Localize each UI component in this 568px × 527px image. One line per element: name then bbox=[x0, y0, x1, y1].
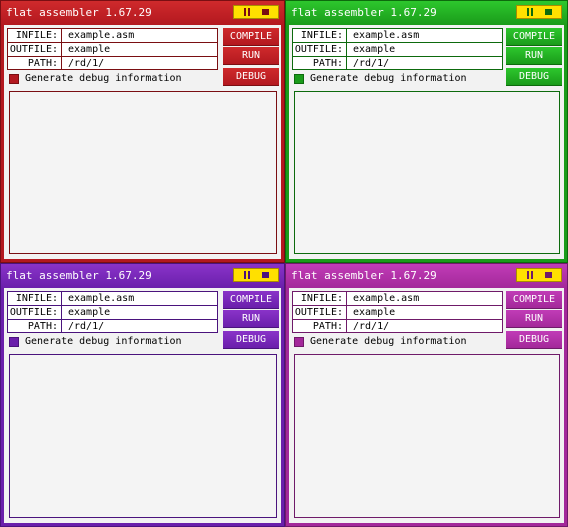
outfile-input[interactable]: example bbox=[68, 306, 110, 319]
close-icon[interactable] bbox=[262, 9, 269, 15]
debug-checkbox-label: Generate debug information bbox=[310, 336, 467, 347]
output-area[interactable] bbox=[9, 91, 277, 254]
title-bar[interactable]: flat assembler 1.67.29 bbox=[286, 1, 567, 25]
outfile-label: OUTFILE: bbox=[8, 43, 62, 56]
compile-button[interactable]: COMPILE bbox=[223, 291, 279, 309]
minimize-icon[interactable] bbox=[244, 8, 250, 16]
infile-row: INFILE: example.asm bbox=[8, 292, 217, 306]
output-area[interactable] bbox=[294, 91, 560, 254]
window-controls bbox=[233, 5, 279, 19]
theme-variants-grid: flat assembler 1.67.29 INFILE: example.a… bbox=[0, 0, 568, 527]
path-label: PATH: bbox=[293, 57, 347, 70]
debug-checkbox[interactable] bbox=[294, 74, 304, 84]
debug-button[interactable]: DEBUG bbox=[223, 331, 279, 349]
outfile-label: OUTFILE: bbox=[8, 306, 62, 319]
debug-checkbox-label: Generate debug information bbox=[25, 73, 182, 84]
debug-button[interactable]: DEBUG bbox=[506, 331, 562, 349]
outfile-row: OUTFILE: example bbox=[293, 43, 502, 57]
path-input[interactable]: /rd/1/ bbox=[353, 320, 389, 333]
client-area: INFILE: example.asm OUTFILE: example PAT… bbox=[289, 288, 564, 523]
infile-label: INFILE: bbox=[8, 29, 62, 42]
client-area: INFILE: example.asm OUTFILE: example PAT… bbox=[4, 288, 281, 523]
path-label: PATH: bbox=[8, 57, 62, 70]
path-label: PATH: bbox=[8, 320, 62, 333]
file-fields: INFILE: example.asm OUTFILE: example PAT… bbox=[7, 291, 218, 333]
client-area: INFILE: example.asm OUTFILE: example PAT… bbox=[4, 25, 281, 259]
debug-button[interactable]: DEBUG bbox=[223, 68, 279, 86]
outfile-input[interactable]: example bbox=[353, 43, 395, 56]
compile-button[interactable]: COMPILE bbox=[223, 28, 279, 46]
infile-input[interactable]: example.asm bbox=[353, 292, 419, 305]
run-button[interactable]: RUN bbox=[506, 47, 562, 65]
path-input[interactable]: /rd/1/ bbox=[353, 57, 389, 70]
outfile-row: OUTFILE: example bbox=[8, 43, 217, 57]
file-fields: INFILE: example.asm OUTFILE: example PAT… bbox=[292, 28, 503, 70]
path-row: PATH: /rd/1/ bbox=[293, 57, 502, 70]
debug-checkbox[interactable] bbox=[9, 74, 19, 84]
fasm-window-green: flat assembler 1.67.29 INFILE: example.a… bbox=[285, 0, 568, 263]
close-icon[interactable] bbox=[545, 272, 552, 278]
path-input[interactable]: /rd/1/ bbox=[68, 57, 104, 70]
infile-row: INFILE: example.asm bbox=[293, 29, 502, 43]
minimize-icon[interactable] bbox=[244, 271, 250, 279]
minimize-icon[interactable] bbox=[527, 8, 533, 16]
window-controls bbox=[516, 268, 562, 282]
file-fields: INFILE: example.asm OUTFILE: example PAT… bbox=[292, 291, 503, 333]
run-button[interactable]: RUN bbox=[506, 310, 562, 328]
outfile-input[interactable]: example bbox=[68, 43, 110, 56]
infile-label: INFILE: bbox=[293, 292, 347, 305]
run-button[interactable]: RUN bbox=[223, 47, 279, 65]
infile-input[interactable]: example.asm bbox=[68, 292, 134, 305]
path-row: PATH: /rd/1/ bbox=[8, 57, 217, 70]
outfile-input[interactable]: example bbox=[353, 306, 395, 319]
window-title: flat assembler 1.67.29 bbox=[291, 269, 437, 282]
outfile-label: OUTFILE: bbox=[293, 306, 347, 319]
minimize-icon[interactable] bbox=[527, 271, 533, 279]
file-fields: INFILE: example.asm OUTFILE: example PAT… bbox=[7, 28, 218, 70]
outfile-label: OUTFILE: bbox=[293, 43, 347, 56]
fasm-window-red: flat assembler 1.67.29 INFILE: example.a… bbox=[0, 0, 285, 263]
output-area[interactable] bbox=[294, 354, 560, 518]
path-label: PATH: bbox=[293, 320, 347, 333]
infile-input[interactable]: example.asm bbox=[353, 29, 419, 42]
output-area[interactable] bbox=[9, 354, 277, 518]
window-title: flat assembler 1.67.29 bbox=[291, 6, 437, 19]
window-controls bbox=[233, 268, 279, 282]
path-row: PATH: /rd/1/ bbox=[293, 320, 502, 333]
debug-checkbox-label: Generate debug information bbox=[25, 336, 182, 347]
fasm-window-magenta: flat assembler 1.67.29 INFILE: example.a… bbox=[285, 263, 568, 527]
path-row: PATH: /rd/1/ bbox=[8, 320, 217, 333]
window-controls bbox=[516, 5, 562, 19]
path-input[interactable]: /rd/1/ bbox=[68, 320, 104, 333]
title-bar[interactable]: flat assembler 1.67.29 bbox=[1, 264, 284, 288]
client-area: INFILE: example.asm OUTFILE: example PAT… bbox=[289, 25, 564, 259]
close-icon[interactable] bbox=[262, 272, 269, 278]
fasm-window-purple: flat assembler 1.67.29 INFILE: example.a… bbox=[0, 263, 285, 527]
debug-button[interactable]: DEBUG bbox=[506, 68, 562, 86]
compile-button[interactable]: COMPILE bbox=[506, 28, 562, 46]
window-title: flat assembler 1.67.29 bbox=[6, 6, 152, 19]
infile-input[interactable]: example.asm bbox=[68, 29, 134, 42]
infile-label: INFILE: bbox=[8, 292, 62, 305]
close-icon[interactable] bbox=[545, 9, 552, 15]
outfile-row: OUTFILE: example bbox=[293, 306, 502, 320]
title-bar[interactable]: flat assembler 1.67.29 bbox=[286, 264, 567, 288]
infile-label: INFILE: bbox=[293, 29, 347, 42]
debug-checkbox[interactable] bbox=[294, 337, 304, 347]
compile-button[interactable]: COMPILE bbox=[506, 291, 562, 309]
infile-row: INFILE: example.asm bbox=[293, 292, 502, 306]
window-title: flat assembler 1.67.29 bbox=[6, 269, 152, 282]
outfile-row: OUTFILE: example bbox=[8, 306, 217, 320]
run-button[interactable]: RUN bbox=[223, 310, 279, 328]
debug-checkbox-label: Generate debug information bbox=[310, 73, 467, 84]
title-bar[interactable]: flat assembler 1.67.29 bbox=[1, 1, 284, 25]
infile-row: INFILE: example.asm bbox=[8, 29, 217, 43]
debug-checkbox[interactable] bbox=[9, 337, 19, 347]
